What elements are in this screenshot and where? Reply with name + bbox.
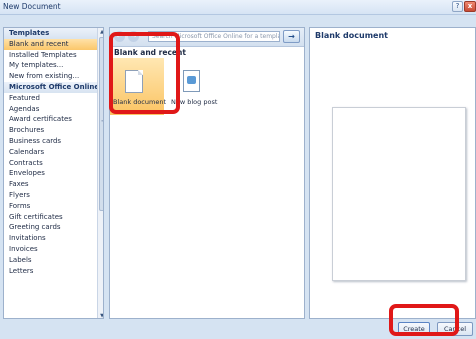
template-new-blog-post[interactable]: New blog post [171,58,231,115]
category-item[interactable]: New from existing... [4,71,103,82]
category-item[interactable]: Featured [4,93,103,104]
category-scrollbar[interactable]: ▲ ≡ ▼ [97,28,103,318]
category-item[interactable]: Award certificates [4,114,103,125]
category-item[interactable]: Letters [4,266,103,277]
category-header: Microsoft Office Online [4,81,103,93]
category-item[interactable]: Brochures [4,125,103,136]
search-go-arrow-icon[interactable]: → [283,30,300,43]
category-item[interactable]: Installed Templates [4,50,103,61]
scroll-down-arrow-icon[interactable]: ▼ [98,312,103,318]
category-item[interactable]: Agendas [4,104,103,115]
scroll-up-arrow-icon[interactable]: ▲ [98,28,103,36]
category-item[interactable]: Contracts [4,158,103,169]
window-title: New Document [3,2,61,11]
category-item[interactable]: My templates... [4,60,103,71]
highlight-create-button [389,304,459,336]
help-button[interactable]: ? [452,1,463,12]
preview-title: Blank document [315,31,388,40]
category-item[interactable]: Flyers [4,190,103,201]
close-button[interactable]: x [464,1,476,12]
category-item[interactable]: Greeting cards [4,222,103,233]
category-item[interactable]: Calendars [4,147,103,158]
blog-post-icon [183,70,200,92]
category-item[interactable]: Business cards [4,136,103,147]
scroll-grip-icon: ≡ [101,118,103,123]
category-item[interactable]: Envelopes [4,168,103,179]
category-item[interactable]: Labels [4,255,103,266]
highlight-blank-document [109,32,180,114]
category-header: Templates [4,28,103,39]
category-list: Templates Blank and recent Installed Templ… [4,28,103,276]
category-item[interactable]: Blank and recent [4,38,103,50]
category-item[interactable]: Forms [4,201,103,212]
category-item[interactable]: Faxes [4,179,103,190]
preview-pane: Blank document [309,27,476,319]
category-item[interactable]: Invitations [4,233,103,244]
category-item[interactable]: Invoices [4,244,103,255]
dialog-body: Templates Blank and recent Installed Templ… [0,15,476,319]
scroll-thumb[interactable]: ≡ [99,37,103,211]
category-item[interactable]: Gift certificates [4,212,103,223]
title-bar: New Document ? x [0,0,476,15]
category-pane: Templates Blank and recent Installed Templ… [3,27,104,319]
preview-thumbnail [332,107,466,281]
